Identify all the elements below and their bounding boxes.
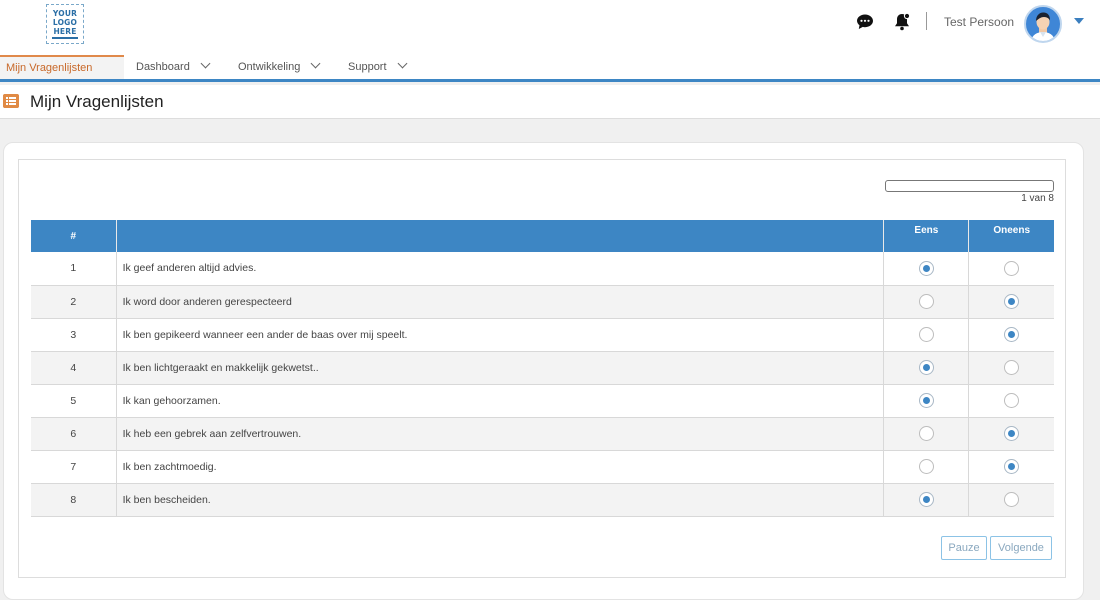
option-cell-oneens bbox=[968, 252, 1054, 286]
radio-eens[interactable] bbox=[918, 360, 934, 375]
bell-icon[interactable] bbox=[892, 12, 912, 32]
questionnaire-table: # Eens Oneens 1 Ik geef anderen altijd ad… bbox=[31, 220, 1054, 517]
table-row: 4 Ik ben lichtgeraakt en makkelijk gekwet… bbox=[31, 351, 1054, 385]
question-text: Ik ben gepikeerd wanneer een ander de ba… bbox=[116, 318, 885, 352]
question-number: 4 bbox=[31, 351, 117, 385]
list-icon bbox=[3, 94, 19, 108]
column-header-oneens: Oneens bbox=[968, 220, 1054, 252]
radio-oneens[interactable] bbox=[1004, 393, 1020, 408]
header-separator bbox=[926, 12, 927, 30]
logo-text-line3: HERE bbox=[53, 27, 77, 36]
user-name[interactable]: Test Persoon bbox=[944, 15, 1014, 29]
radio-oneens[interactable] bbox=[1004, 492, 1020, 507]
option-cell-oneens bbox=[968, 417, 1054, 451]
option-cell-oneens bbox=[968, 450, 1054, 484]
main-nav: Mijn Vragenlijsten Dashboard Ontwikkelin… bbox=[0, 55, 1100, 82]
option-cell-eens bbox=[883, 417, 970, 451]
option-cell-eens bbox=[883, 252, 970, 286]
company-logo[interactable]: YOUR LOGO HERE bbox=[46, 4, 84, 44]
option-cell-eens bbox=[883, 450, 970, 484]
question-number: 5 bbox=[31, 384, 117, 418]
table-header-row: # Eens Oneens bbox=[31, 220, 1054, 252]
logo-text-line1: YOUR bbox=[52, 9, 78, 18]
option-cell-eens bbox=[883, 285, 970, 319]
question-number: 7 bbox=[31, 450, 117, 484]
chevron-down-icon bbox=[310, 58, 321, 69]
progress-bar bbox=[885, 180, 1054, 192]
radio-eens[interactable] bbox=[918, 393, 934, 408]
option-cell-oneens bbox=[968, 384, 1054, 418]
column-header-number: # bbox=[31, 220, 117, 252]
table-row: 2 Ik word door anderen gerespecteerd bbox=[31, 285, 1054, 319]
option-cell-oneens bbox=[968, 483, 1054, 517]
nav-item-label: Ontwikkeling bbox=[238, 61, 301, 73]
radio-eens[interactable] bbox=[918, 492, 934, 507]
radio-eens[interactable] bbox=[918, 294, 934, 309]
table-row: 6 Ik heb een gebrek aan zelfvertrouwen. bbox=[31, 417, 1054, 451]
nav-item-label: Mijn Vragenlijsten bbox=[6, 62, 93, 74]
option-cell-eens bbox=[883, 318, 970, 352]
option-cell-eens bbox=[883, 384, 970, 418]
question-number: 1 bbox=[31, 252, 117, 286]
question-number: 2 bbox=[31, 285, 117, 319]
chevron-down-icon bbox=[200, 58, 211, 69]
question-text: Ik heb een gebrek aan zelfvertrouwen. bbox=[116, 417, 885, 451]
question-text: Ik geef anderen altijd advies. bbox=[116, 252, 885, 286]
user-avatar[interactable] bbox=[1024, 5, 1062, 43]
option-cell-oneens bbox=[968, 351, 1054, 385]
radio-eens[interactable] bbox=[918, 260, 934, 276]
nav-item-support[interactable]: Support bbox=[348, 55, 407, 79]
nav-item-label: Dashboard bbox=[136, 61, 190, 73]
table-row: 5 Ik kan gehoorzamen. bbox=[31, 384, 1054, 418]
page-header: Mijn Vragenlijsten bbox=[0, 85, 1100, 119]
option-cell-oneens bbox=[968, 285, 1054, 319]
nav-item-mijn-vragenlijsten[interactable]: Mijn Vragenlijsten bbox=[0, 55, 124, 79]
radio-eens[interactable] bbox=[918, 459, 934, 474]
question-number: 8 bbox=[31, 483, 117, 517]
radio-oneens[interactable] bbox=[1004, 360, 1020, 375]
radio-oneens[interactable] bbox=[1004, 426, 1020, 441]
option-cell-eens bbox=[883, 351, 970, 385]
question-text: Ik ben lichtgeraakt en makkelijk gekwets… bbox=[116, 351, 885, 385]
radio-oneens[interactable] bbox=[1004, 327, 1020, 342]
radio-oneens[interactable] bbox=[1004, 260, 1020, 276]
chat-icon[interactable] bbox=[855, 12, 875, 32]
question-text: Ik word door anderen gerespecteerd bbox=[116, 285, 885, 319]
progress-label: 1 van 8 bbox=[1021, 193, 1054, 204]
nav-item-dashboard[interactable]: Dashboard bbox=[136, 55, 211, 79]
radio-eens[interactable] bbox=[918, 426, 934, 441]
question-number: 6 bbox=[31, 417, 117, 451]
table-row: 1 Ik geef anderen altijd advies. bbox=[31, 252, 1054, 286]
next-button[interactable]: Volgende bbox=[990, 536, 1052, 560]
radio-eens[interactable] bbox=[918, 327, 934, 342]
question-text: Ik ben bescheiden. bbox=[116, 483, 885, 517]
question-text: Ik ben zachtmoedig. bbox=[116, 450, 885, 484]
radio-oneens[interactable] bbox=[1004, 294, 1020, 309]
table-row: 3 Ik ben gepikeerd wanneer een ander de b… bbox=[31, 318, 1054, 352]
column-header-eens: Eens bbox=[883, 220, 970, 252]
top-header: YOUR LOGO HERE Test Persoon bbox=[0, 0, 1100, 55]
option-cell-oneens bbox=[968, 318, 1054, 352]
nav-item-ontwikkeling[interactable]: Ontwikkeling bbox=[238, 55, 321, 79]
logo-text-line2: LOGO bbox=[52, 18, 78, 27]
chevron-down-icon bbox=[397, 58, 407, 69]
table-row: 8 Ik ben bescheiden. bbox=[31, 483, 1054, 517]
pause-button[interactable]: Pauze bbox=[941, 536, 987, 560]
question-number: 3 bbox=[31, 318, 117, 352]
option-cell-eens bbox=[883, 483, 970, 517]
logo-underline bbox=[52, 37, 78, 39]
avatar-illustration bbox=[1031, 12, 1055, 41]
page-title: Mijn Vragenlijsten bbox=[30, 92, 164, 111]
table-row: 7 Ik ben zachtmoedig. bbox=[31, 450, 1054, 484]
radio-oneens[interactable] bbox=[1004, 459, 1020, 474]
chevron-down-icon[interactable] bbox=[1074, 18, 1084, 24]
column-header-question bbox=[116, 220, 885, 252]
nav-item-label: Support bbox=[348, 61, 387, 73]
question-text: Ik kan gehoorzamen. bbox=[116, 384, 885, 418]
